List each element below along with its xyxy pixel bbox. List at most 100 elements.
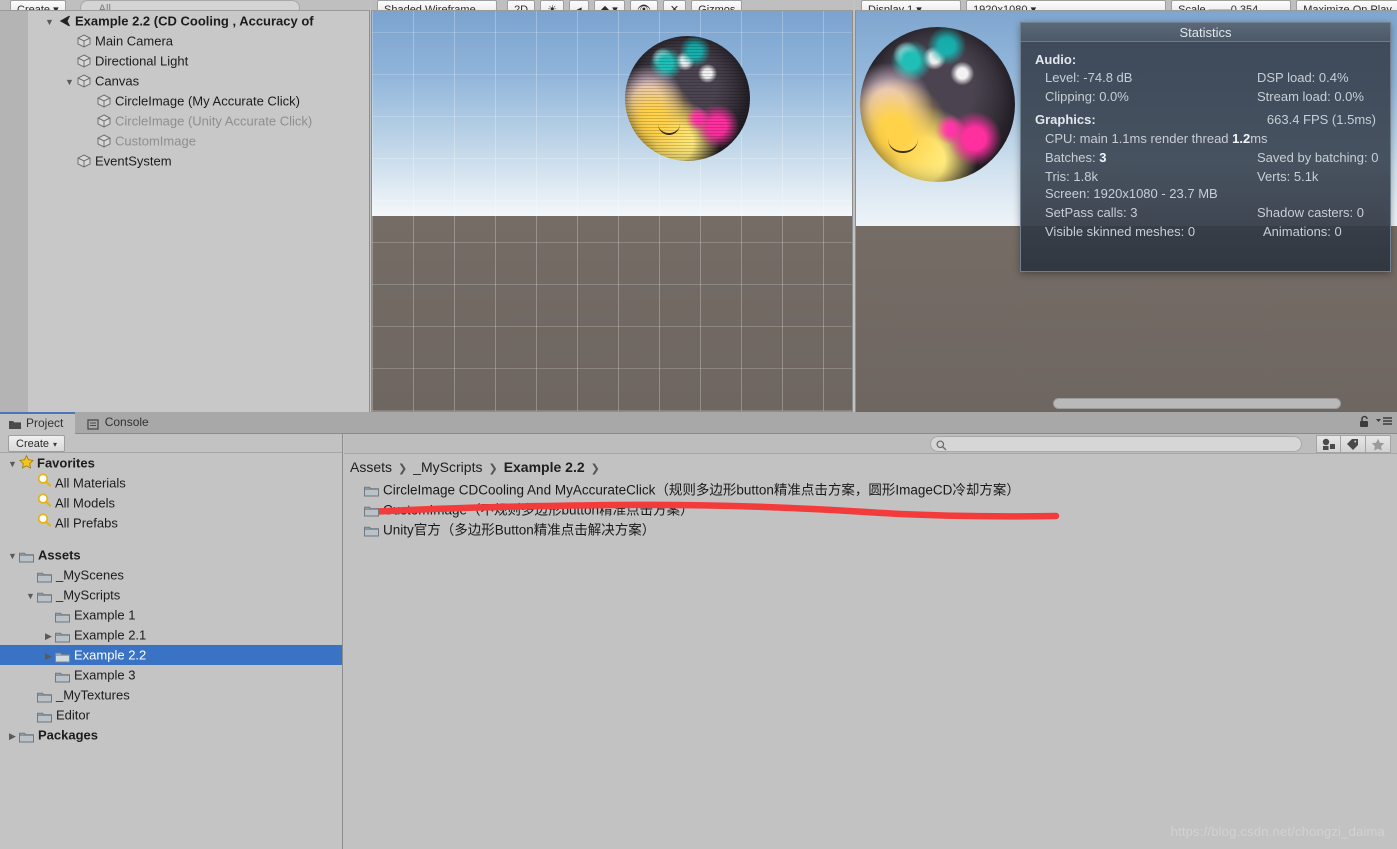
lock-open-icon[interactable] — [1359, 415, 1370, 431]
hierarchy-item-circleimage-unity-accurate-click[interactable]: ▼ CircleImage (Unity Accurate Click) — [28, 111, 369, 131]
project-tree-item-example-3[interactable]: ▼ Example 3 — [0, 665, 342, 685]
scene-2d-toggle[interactable]: 2D — [507, 0, 536, 10]
tab-project[interactable]: Project — [0, 412, 76, 434]
project-tree-item-mytextures[interactable]: ▼ _MyTextures — [0, 685, 342, 705]
project-tree-item-example-2-2[interactable]: ▶ Example 2.2 — [0, 645, 342, 665]
project-tree-item-myscenes[interactable]: ▼ _MyScenes — [0, 565, 342, 585]
tab-console[interactable]: Console — [79, 412, 161, 434]
hierarchy-tree[interactable]: ▼ Example 2.2 (CD Cooling , Accuracy of ▼ M… — [28, 11, 369, 171]
scene-view[interactable] — [371, 11, 853, 412]
file-list-item[interactable]: CustomImage（不规则多边形button精准点击方案） — [364, 500, 1397, 520]
project-tree-item-label: Editor — [56, 707, 90, 723]
project-content-pane[interactable]: Assets ❯ _MyScripts ❯ Example 2.2 ❯ CircleIma… — [344, 434, 1397, 849]
scene-lighting-toggle[interactable]: ☀ — [540, 0, 565, 10]
project-search-row[interactable] — [344, 434, 1397, 454]
scene-gizmos-dropdown[interactable]: Gizmos — [691, 0, 743, 10]
game-maximize-on-play-toggle[interactable]: Maximize On Play — [1296, 0, 1397, 10]
disclosure-triangle-open[interactable]: ▼ — [6, 546, 19, 566]
hierarchy-item-example-2-2-cd-cooling-accuracy-of[interactable]: ▼ Example 2.2 (CD Cooling , Accuracy of — [28, 11, 369, 31]
saved-by-batching: Saved by batching: 0 — [1257, 150, 1379, 165]
console-tab-icon — [87, 416, 101, 430]
saved-search-icon — [37, 493, 52, 513]
hierarchy-item-customimage[interactable]: ▼ CustomImage — [28, 131, 369, 151]
project-folder-tree[interactable]: ▼Favorites▼All Materials▼All Models▼All … — [0, 453, 342, 745]
breadcrumb-item-example-2-2[interactable]: Example 2.2 — [504, 454, 585, 480]
breadcrumb[interactable]: Assets ❯ _MyScripts ❯ Example 2.2 ❯ — [344, 454, 1397, 480]
scene-circle-image-object[interactable] — [625, 36, 750, 161]
hamburger-menu-icon[interactable] — [1375, 416, 1393, 430]
project-tree-item-all-models[interactable]: ▼ All Models — [0, 493, 342, 513]
project-tabbar[interactable]: Project Console — [0, 412, 1397, 434]
filter-favorite-star-icon[interactable] — [1366, 435, 1391, 453]
project-search-input[interactable] — [930, 436, 1302, 452]
project-tree-item-label: Packages — [38, 727, 98, 743]
scene-view-toolbar[interactable]: Shaded Wireframe 2D ☀ ◂ ◆ ▾ 👁 ✕ Gizmos — [371, 0, 853, 11]
statistics-graphics-heading: Graphics: — [1035, 112, 1096, 127]
folder-icon — [37, 569, 52, 583]
hierarchy-item-canvas[interactable]: ▼ Canvas — [28, 71, 369, 91]
project-panel[interactable]: Project Console Create▾ ▼Favorites▼All M… — [0, 412, 1397, 849]
file-list-item[interactable]: CircleImage CDCooling And MyAccurateClic… — [364, 480, 1397, 500]
statistics-audio-row-2: Clipping: 0.0% Stream load: 0.0% — [1035, 88, 1376, 105]
disclosure-triangle-closed[interactable]: ▶ — [42, 626, 55, 646]
scene-scene-vis-toggle[interactable]: 👁 — [629, 0, 658, 10]
project-create-button[interactable]: Create ▾ — [8, 435, 66, 452]
project-tree-item-label: All Models — [55, 495, 115, 511]
game-display-dropdown[interactable]: Display 1 ▾ — [861, 0, 961, 10]
filter-by-label-icon[interactable] — [1341, 435, 1366, 453]
unity-scene-icon — [56, 14, 72, 28]
filter-by-type-icon[interactable] — [1316, 435, 1341, 453]
hierarchy-toolbar[interactable]: Create ▾ All — [0, 0, 370, 11]
audio-stream-load: Stream load: 0.0% — [1257, 89, 1364, 104]
scene-audio-toggle[interactable]: ◂ — [569, 0, 589, 10]
scene-fx-dropdown[interactable]: ◆ ▾ — [593, 0, 625, 10]
game-view-horizontal-scrollbar[interactable] — [1053, 398, 1341, 409]
folder-icon — [55, 649, 70, 663]
project-tree-item-editor[interactable]: ▼ Editor — [0, 705, 342, 725]
folder-icon — [364, 503, 379, 517]
project-tree-item-example-1[interactable]: ▼ Example 1 — [0, 605, 342, 625]
breadcrumb-item-assets[interactable]: Assets — [350, 454, 392, 480]
scene-draw-mode-dropdown[interactable]: Shaded Wireframe — [377, 0, 497, 10]
breadcrumb-item--myscripts[interactable]: _MyScripts — [413, 454, 482, 480]
disclosure-triangle-open[interactable]: ▼ — [43, 12, 56, 32]
statistics-audio-row-1: Level: -74.8 dB DSP load: 0.4% — [1035, 69, 1376, 86]
disclosure-triangle-open[interactable]: ▼ — [6, 454, 19, 474]
hierarchy-item-main-camera[interactable]: ▼ Main Camera — [28, 31, 369, 51]
disclosure-triangle-closed[interactable]: ▶ — [42, 646, 55, 666]
disclosure-triangle-closed[interactable]: ▶ — [6, 726, 19, 746]
hierarchy-create-button[interactable]: Create ▾ — [10, 0, 66, 10]
scene-camera-settings[interactable]: ✕ — [662, 0, 687, 10]
game-view-toolbar[interactable]: Display 1 ▾ 1920x1080 ▾ Scale ——0.354 Ma… — [855, 0, 1397, 11]
hierarchy-panel[interactable]: ▼ Example 2.2 (CD Cooling , Accuracy of ▼ M… — [0, 11, 370, 412]
project-tree-item-myscripts[interactable]: ▼ _MyScripts — [0, 585, 342, 605]
statistics-fps: 663.4 FPS (1.5ms) — [1266, 112, 1376, 127]
project-tree-item-all-prefabs[interactable]: ▼ All Prefabs — [0, 513, 342, 533]
hierarchy-search-input[interactable]: All — [79, 0, 300, 10]
game-resolution-dropdown[interactable]: 1920x1080 ▾ — [966, 0, 1167, 10]
disclosure-triangle-open[interactable]: ▼ — [63, 72, 76, 92]
project-tree-item-assets[interactable]: ▼ Assets — [0, 545, 342, 565]
project-file-list[interactable]: CircleImage CDCooling And MyAccurateClic… — [344, 480, 1397, 540]
project-tab-right-controls[interactable] — [1359, 415, 1393, 431]
file-list-item[interactable]: Unity官方（多边形Button精准点击解决方案） — [364, 520, 1397, 540]
project-tree-item-favorites[interactable]: ▼ Favorites — [0, 453, 342, 473]
hierarchy-gutter — [0, 11, 28, 412]
project-tree-item-packages[interactable]: ▶ Packages — [0, 725, 342, 745]
game-scale-slider[interactable]: Scale ——0.354 — [1171, 0, 1292, 10]
hierarchy-item-circleimage-my-accurate-click[interactable]: ▼ CircleImage (My Accurate Click) — [28, 91, 369, 111]
game-circle-image-object[interactable] — [860, 27, 1015, 182]
disclosure-spacer: ▼ — [24, 706, 37, 726]
project-tree-item-example-2-1[interactable]: ▶ Example 2.1 — [0, 625, 342, 645]
project-filter-buttons[interactable] — [1316, 435, 1391, 453]
hierarchy-item-directional-light[interactable]: ▼ Directional Light — [28, 51, 369, 71]
hierarchy-item-eventsystem[interactable]: ▼ EventSystem — [28, 151, 369, 171]
statistics-setpass-row: SetPass calls: 3 Shadow casters: 0 — [1035, 204, 1376, 221]
project-tree-item-all-materials[interactable]: ▼ All Materials — [0, 473, 342, 493]
hierarchy-item-label: Main Camera — [95, 33, 174, 49]
hierarchy-item-label: CircleImage (Unity Accurate Click) — [115, 113, 313, 129]
disclosure-triangle-open[interactable]: ▼ — [24, 586, 37, 606]
project-create-bar[interactable]: Create ▾ — [0, 434, 342, 453]
project-folder-tree-pane[interactable]: Create▾ ▼Favorites▼All Materials▼All Mod… — [0, 434, 343, 849]
